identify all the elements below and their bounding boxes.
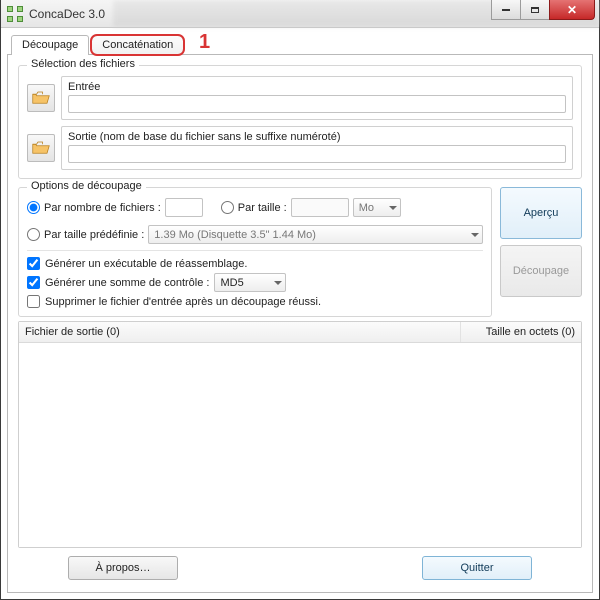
group-legend: Sélection des fichiers [27, 58, 139, 70]
column-header-size[interactable]: Taille en octets (0) [461, 322, 581, 342]
title-bar: ConcaDec 3.0 ✕ [1, 0, 599, 28]
output-path-field[interactable] [68, 145, 566, 163]
preset-select[interactable]: 1.39 Mo (Disquette 3.5" 1.44 Mo) [148, 225, 483, 244]
folder-open-icon [32, 141, 50, 155]
button-label: Découpage [513, 265, 569, 277]
chevron-down-icon [389, 206, 397, 210]
tab-page-decoupage: Sélection des fichiers Entrée [7, 55, 593, 593]
tab-concatenation[interactable]: Concaténation [91, 35, 184, 55]
footer: À propos… Quitter [18, 548, 582, 584]
file-selection-group: Sélection des fichiers Entrée [18, 65, 582, 179]
button-label: Aperçu [524, 207, 559, 219]
checkbox-delete-after[interactable] [27, 295, 40, 308]
window-title: ConcaDec 3.0 [29, 7, 105, 21]
radio-label: Par nombre de fichiers : [44, 202, 161, 214]
checkbox-label: Supprimer le fichier d'entrée après un d… [45, 296, 321, 308]
column-header-file[interactable]: Fichier de sortie (0) [19, 322, 461, 342]
chevron-down-icon [471, 233, 479, 237]
button-label: À propos… [95, 562, 150, 574]
tab-decoupage[interactable]: Découpage [11, 35, 89, 55]
minimize-button[interactable] [491, 0, 521, 20]
tab-label: Découpage [22, 39, 78, 51]
tab-label: Concaténation [102, 39, 173, 51]
output-list: Fichier de sortie (0) Taille en octets (… [18, 321, 582, 548]
button-label: Quitter [460, 562, 493, 574]
chevron-down-icon [274, 281, 282, 285]
split-button[interactable]: Découpage [500, 245, 582, 297]
browse-output-button[interactable] [27, 134, 55, 162]
app-icon [7, 6, 23, 22]
input-label: Entrée [68, 81, 566, 93]
maximize-button[interactable] [520, 0, 550, 20]
group-legend: Options de découpage [27, 180, 146, 192]
select-value: MD5 [220, 277, 243, 289]
radio-by-size[interactable] [221, 201, 234, 214]
split-options-group: Options de découpage Par nombre de fichi… [18, 187, 492, 317]
radio-label: Par taille prédéfinie : [44, 229, 144, 241]
radio-label: Par taille : [238, 202, 287, 214]
radio-by-count[interactable] [27, 201, 40, 214]
count-input[interactable] [165, 198, 203, 217]
checkbox-label: Générer une somme de contrôle : [45, 277, 209, 289]
size-input[interactable] [291, 198, 349, 217]
about-button[interactable]: À propos… [68, 556, 178, 580]
select-value: 1.39 Mo (Disquette 3.5" 1.44 Mo) [154, 229, 316, 241]
size-unit-select[interactable]: Mo [353, 198, 401, 217]
tab-bar: Découpage Concaténation 1 [7, 32, 593, 55]
radio-by-preset[interactable] [27, 228, 40, 241]
checkbox-gen-exec[interactable] [27, 257, 40, 270]
preview-button[interactable]: Aperçu [500, 187, 582, 239]
close-button[interactable]: ✕ [549, 0, 595, 20]
checkbox-label: Générer un exécutable de réassemblage. [45, 258, 247, 270]
select-value: Mo [359, 202, 374, 214]
browse-input-button[interactable] [27, 84, 55, 112]
checkbox-gen-checksum[interactable] [27, 276, 40, 289]
input-path-field[interactable] [68, 95, 566, 113]
folder-open-icon [32, 91, 50, 105]
list-body [19, 343, 581, 547]
quit-button[interactable]: Quitter [422, 556, 532, 580]
checksum-select[interactable]: MD5 [214, 273, 286, 292]
output-label: Sortie (nom de base du fichier sans le s… [68, 131, 566, 143]
app-window: ConcaDec 3.0 ✕ Découpage Concaténation 1… [0, 0, 600, 600]
annotation-1: 1 [199, 31, 210, 54]
